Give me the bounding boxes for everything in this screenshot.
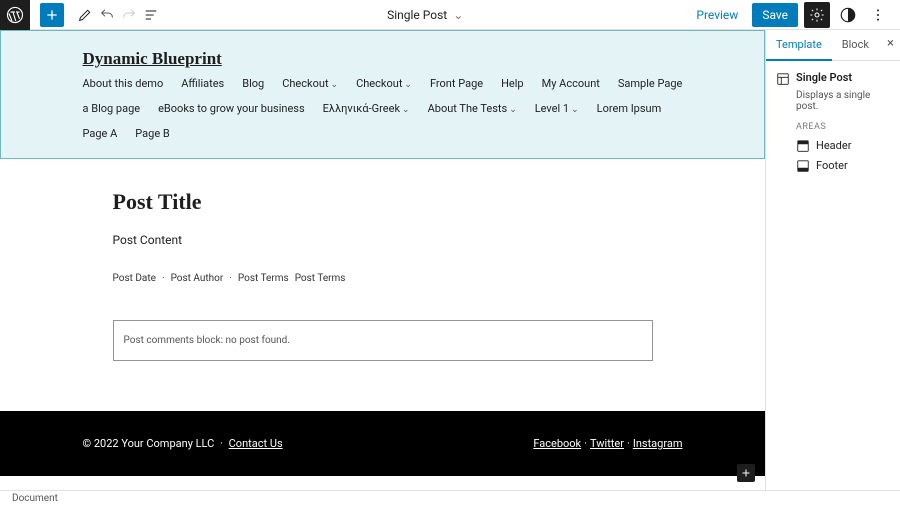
footer-social: Facebook·Twitter·Instagram bbox=[533, 437, 682, 450]
top-toolbar: Single Post ⌄ Preview Save bbox=[0, 0, 900, 30]
meta-item[interactable]: Post Author bbox=[171, 273, 224, 284]
nav-item[interactable]: About The Tests⌄ bbox=[428, 102, 517, 115]
nav-item[interactable]: a Blog page bbox=[83, 102, 141, 115]
navigation-menu[interactable]: About this demo Affiliates Blog Checkout⌄ Ch… bbox=[83, 77, 683, 140]
nav-item[interactable]: Front Page bbox=[430, 77, 483, 90]
tab-block[interactable]: Block bbox=[832, 30, 879, 60]
nav-item[interactable]: Checkout⌄ bbox=[282, 77, 338, 90]
social-link[interactable]: Twitter bbox=[590, 437, 624, 450]
post-title-block[interactable]: Post Title bbox=[113, 189, 653, 215]
undo-icon bbox=[99, 7, 115, 23]
meta-item[interactable]: Post Date bbox=[113, 273, 156, 284]
template-selector[interactable]: Single Post ⌄ bbox=[162, 8, 688, 22]
post-content-area: Post Title Post Content Post Date · Post A… bbox=[113, 189, 653, 411]
wp-logo-button[interactable] bbox=[0, 0, 30, 30]
area-header[interactable]: Header bbox=[796, 138, 890, 153]
nav-item[interactable]: Ελληνικά-Greek⌄ bbox=[323, 102, 410, 115]
nav-item[interactable]: Lorem Ipsum bbox=[597, 102, 662, 115]
list-view-button[interactable] bbox=[140, 3, 162, 27]
area-label: Footer bbox=[816, 159, 848, 172]
undo-button[interactable] bbox=[96, 3, 118, 27]
settings-button[interactable] bbox=[804, 2, 830, 28]
styles-button[interactable] bbox=[836, 3, 860, 27]
contrast-icon bbox=[839, 6, 857, 24]
template-name: Single Post bbox=[387, 8, 447, 22]
comments-block[interactable]: Post comments block: no post found. bbox=[113, 320, 653, 361]
editor-canvas[interactable]: Dynamic Blueprint About this demo Affilia… bbox=[0, 30, 765, 490]
toolbar-right: Preview Save bbox=[688, 2, 900, 28]
save-button[interactable]: Save bbox=[752, 3, 798, 27]
gear-icon bbox=[809, 7, 825, 23]
footer-icon bbox=[796, 159, 810, 173]
template-title: Single Post bbox=[796, 71, 852, 84]
site-title[interactable]: Dynamic Blueprint bbox=[83, 49, 683, 69]
chevron-down-icon: ⌄ bbox=[453, 8, 463, 22]
nav-item[interactable]: eBooks to grow your business bbox=[158, 102, 305, 115]
pencil-icon bbox=[77, 7, 93, 23]
sidebar-body: Single Post Displays a single post. AREA… bbox=[766, 61, 900, 188]
footer-inner: © 2022 Your Company LLC · Contact Us Fac… bbox=[3, 437, 763, 450]
close-sidebar-button[interactable]: × bbox=[887, 36, 894, 51]
nav-item[interactable]: Sample Page bbox=[618, 77, 682, 90]
wordpress-icon bbox=[6, 6, 24, 24]
footer-left: © 2022 Your Company LLC · Contact Us bbox=[83, 437, 283, 450]
area-footer[interactable]: Footer bbox=[796, 158, 890, 173]
post-meta-row[interactable]: Post Date · Post Author · Post Terms Post Ter… bbox=[113, 273, 653, 284]
area-label: Header bbox=[816, 139, 851, 152]
nav-item[interactable]: Checkout⌄ bbox=[356, 77, 412, 90]
settings-sidebar: Template Block × Single Post Displays a … bbox=[765, 30, 900, 490]
areas-heading: AREAS bbox=[796, 122, 890, 132]
plus-icon bbox=[740, 467, 752, 479]
nav-item[interactable]: Level 1⌄ bbox=[535, 102, 579, 115]
header-inner: Dynamic Blueprint About this demo Affilia… bbox=[3, 49, 763, 140]
dots-vertical-icon bbox=[870, 7, 886, 23]
chevron-down-icon: ⌄ bbox=[331, 80, 339, 90]
nav-item[interactable]: Affiliates bbox=[181, 77, 224, 90]
meta-item[interactable]: Post Terms bbox=[238, 273, 289, 284]
status-bar: Document bbox=[0, 490, 900, 506]
breadcrumb[interactable]: Document bbox=[12, 493, 58, 504]
separator: · bbox=[584, 437, 587, 450]
main-area: Dynamic Blueprint About this demo Affilia… bbox=[0, 30, 900, 490]
separator: · bbox=[162, 273, 165, 284]
chevron-down-icon: ⌄ bbox=[404, 80, 412, 90]
tab-template[interactable]: Template bbox=[766, 30, 832, 61]
nav-item[interactable]: Page B bbox=[135, 127, 169, 140]
redo-button[interactable] bbox=[118, 3, 140, 27]
nav-item[interactable]: My Account bbox=[542, 77, 600, 90]
layout-icon bbox=[776, 72, 790, 86]
plus-icon bbox=[44, 7, 60, 23]
separator: · bbox=[229, 273, 232, 284]
nav-item[interactable]: Blog bbox=[242, 77, 264, 90]
tools-button[interactable] bbox=[74, 3, 96, 27]
template-info: Single Post bbox=[776, 71, 890, 86]
template-description: Displays a single post. bbox=[796, 90, 890, 112]
meta-item[interactable]: Post Terms bbox=[295, 273, 346, 284]
footer-template-part[interactable]: © 2022 Your Company LLC · Contact Us Fac… bbox=[0, 411, 765, 476]
social-link[interactable]: Instagram bbox=[633, 437, 683, 450]
separator: · bbox=[220, 437, 223, 450]
toolbar-left bbox=[0, 0, 162, 29]
list-icon bbox=[143, 7, 159, 23]
separator: · bbox=[627, 437, 630, 450]
social-link[interactable]: Facebook bbox=[533, 437, 581, 450]
nav-item[interactable]: Help bbox=[501, 77, 524, 90]
preview-button[interactable]: Preview bbox=[688, 4, 746, 26]
contact-link[interactable]: Contact Us bbox=[229, 437, 283, 450]
chevron-down-icon: ⌄ bbox=[571, 105, 579, 115]
nav-item[interactable]: About this demo bbox=[83, 77, 164, 90]
add-block-button[interactable] bbox=[737, 464, 755, 482]
header-template-part[interactable]: Dynamic Blueprint About this demo Affilia… bbox=[0, 30, 765, 159]
header-icon bbox=[796, 139, 810, 153]
chevron-down-icon: ⌄ bbox=[509, 105, 517, 115]
more-menu-button[interactable] bbox=[866, 3, 890, 27]
post-content-block[interactable]: Post Content bbox=[113, 233, 653, 247]
redo-icon bbox=[121, 7, 137, 23]
copyright-text: © 2022 Your Company LLC bbox=[83, 437, 215, 450]
nav-item[interactable]: Page A bbox=[83, 127, 118, 140]
sidebar-tabs: Template Block × bbox=[766, 30, 900, 61]
chevron-down-icon: ⌄ bbox=[402, 105, 410, 115]
block-inserter-button[interactable] bbox=[40, 3, 64, 27]
